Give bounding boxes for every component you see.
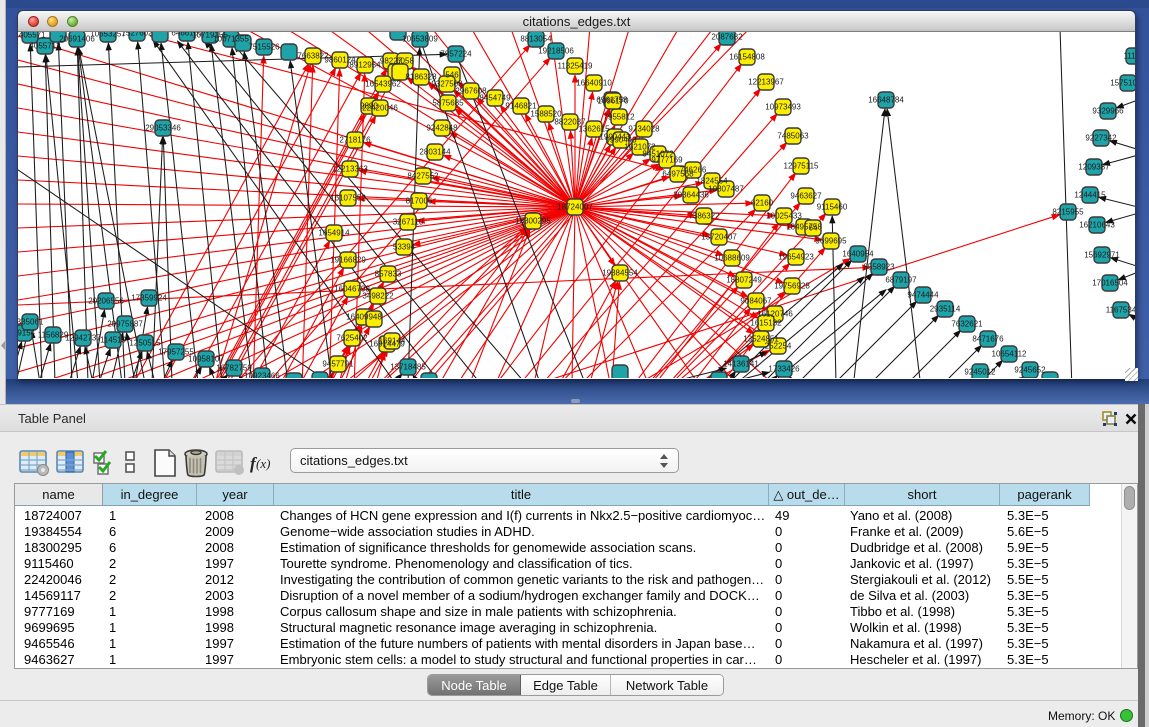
- svg-text:10807487: 10807487: [708, 185, 744, 194]
- svg-text:14136141: 14136141: [723, 360, 759, 369]
- svg-text:(x): (x): [256, 456, 270, 471]
- svg-text:1640954: 1640954: [842, 250, 874, 259]
- svg-text:9457791: 9457791: [322, 360, 354, 369]
- svg-text:19384554: 19384554: [602, 269, 638, 278]
- svg-text:1615132: 1615132: [750, 319, 782, 328]
- svg-text:7625402: 7625402: [336, 334, 368, 343]
- svg-text:18300295: 18300295: [515, 217, 551, 226]
- svg-text:18724007: 18724007: [557, 203, 593, 212]
- svg-text:9699695: 9699695: [815, 237, 847, 246]
- svg-text:1156829: 1156829: [38, 331, 69, 340]
- svg-text:8215955: 8215955: [1052, 208, 1084, 217]
- svg-text:8471676: 8471676: [972, 335, 1004, 344]
- svg-text:3498222: 3498222: [362, 292, 394, 301]
- svg-text:169144: 169144: [379, 337, 406, 346]
- svg-text:17016504: 17016504: [1092, 279, 1128, 288]
- svg-text:2935114: 2935114: [930, 305, 961, 314]
- svg-text:9245652: 9245652: [1014, 366, 1046, 375]
- svg-text:16107552: 16107552: [330, 194, 366, 203]
- svg-text:335061: 335061: [18, 318, 44, 327]
- svg-text:13718485: 13718485: [390, 363, 426, 372]
- svg-text:18807249: 18807249: [726, 276, 762, 285]
- svg-text:10025433: 10025433: [766, 212, 802, 221]
- svg-text:9245012: 9245012: [964, 368, 996, 377]
- svg-text:10688609: 10688609: [714, 254, 750, 263]
- svg-text:19166829: 19166829: [330, 256, 366, 265]
- svg-text:19654923: 19654923: [778, 253, 814, 262]
- svg-text:20975887: 20975887: [107, 320, 143, 329]
- svg-text:3267110: 3267110: [393, 218, 424, 227]
- svg-text:17359924: 17359924: [131, 294, 167, 303]
- svg-text:7386322: 7386322: [688, 212, 720, 221]
- svg-text:16210643: 16210643: [1079, 221, 1115, 230]
- svg-text:15692971: 15692971: [1084, 251, 1120, 260]
- svg-text:817006: 817006: [406, 197, 433, 206]
- svg-text:39154: 39154: [18, 329, 36, 338]
- svg-text:1244415: 1244415: [1074, 191, 1106, 200]
- svg-text:16409948: 16409948: [346, 313, 382, 322]
- svg-text:10958107: 10958107: [188, 355, 224, 364]
- svg-text:9463627: 9463627: [790, 192, 822, 201]
- svg-text:20364436: 20364436: [673, 191, 709, 200]
- svg-text:64: 64: [809, 224, 818, 233]
- svg-text:1250515: 1250515: [129, 339, 161, 348]
- svg-text:1733426: 1733426: [768, 365, 800, 374]
- svg-text:7632621: 7632621: [951, 320, 983, 329]
- svg-text:6879197: 6879197: [885, 276, 917, 285]
- svg-text:857833: 857833: [375, 270, 402, 279]
- svg-text:12942737: 12942737: [65, 334, 101, 343]
- svg-text:1167534: 1167534: [1106, 306, 1135, 315]
- svg-text:9474444: 9474444: [907, 291, 939, 300]
- svg-text:8558923: 8558923: [863, 263, 895, 272]
- svg-text:114519: 114519: [100, 336, 127, 345]
- svg-text:16120746: 16120746: [757, 310, 793, 319]
- svg-text:11171: 11171: [1123, 52, 1135, 61]
- svg-text:9084067: 9084067: [740, 297, 772, 306]
- svg-text:62160: 62160: [751, 199, 774, 208]
- svg-text:1654914: 1654914: [318, 229, 350, 238]
- svg-text:252254: 252254: [765, 342, 792, 351]
- svg-text:20206556: 20206556: [88, 297, 124, 306]
- svg-text:19756928: 19756928: [774, 282, 810, 291]
- svg-text:10923466: 10923466: [244, 372, 280, 379]
- svg-text:15720407: 15720407: [701, 233, 737, 242]
- svg-text:9115460: 9115460: [817, 203, 848, 212]
- svg-text:10654112: 10654112: [992, 350, 1028, 359]
- svg-text:53394: 53394: [393, 243, 416, 252]
